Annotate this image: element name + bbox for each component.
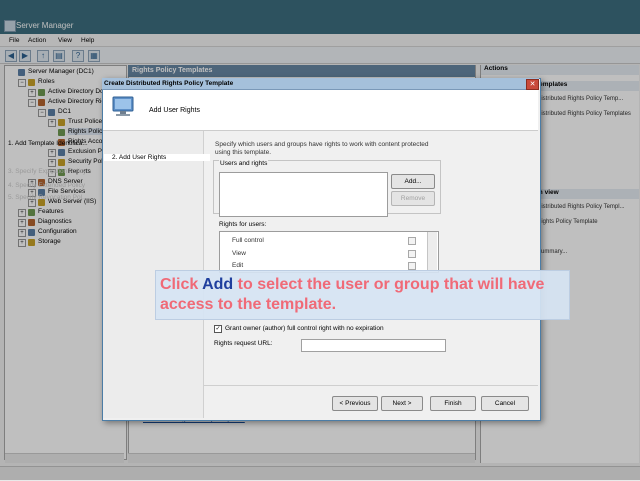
close-icon[interactable]: ✕	[526, 79, 539, 90]
finish-button[interactable]: Finish	[430, 396, 476, 411]
step-description: Specify which users and groups have righ…	[215, 141, 429, 156]
grant-owner-checkbox[interactable]: ✓	[214, 325, 222, 333]
users-and-rights-label: Users and rights	[219, 160, 269, 167]
wizard-step-3: 3. Specify Expiration Policy	[8, 168, 87, 175]
right-edit-checkbox[interactable]	[408, 262, 416, 270]
wizard-step-2[interactable]: 2. Add User Rights	[104, 154, 210, 161]
right-edit: Edit	[232, 262, 244, 269]
rights-scrollbar[interactable]	[427, 232, 437, 270]
right-view-checkbox[interactable]	[408, 250, 416, 258]
dialog-title-bar: Create Distributed Rights Policy Templat…	[102, 78, 539, 90]
add-button[interactable]: Add...	[391, 174, 435, 189]
remove-button: Remove	[391, 191, 435, 206]
wizard-step-5: 5. Specify Revocation Pol...	[8, 194, 88, 201]
callout-text-before: Click	[160, 276, 203, 293]
next-button[interactable]: Next >	[381, 396, 423, 411]
users-list[interactable]	[219, 172, 388, 217]
cancel-button[interactable]: Cancel	[481, 396, 529, 411]
dialog-button-separator	[204, 385, 538, 386]
right-full-control-checkbox[interactable]	[408, 237, 416, 245]
right-view: View	[232, 250, 246, 257]
callout-highlight: Add	[202, 276, 234, 293]
wizard-step-4: 4. Specify Extended Policy	[8, 182, 85, 189]
rights-request-url-label: Rights request URL:	[214, 340, 273, 347]
dialog-heading: Add User Rights	[149, 107, 200, 114]
rights-for-users-label: Rights for users:	[219, 221, 267, 228]
previous-button[interactable]: < Previous	[332, 396, 378, 411]
rights-list[interactable]: Full control View Edit	[219, 231, 439, 273]
rights-request-url-input[interactable]	[301, 339, 446, 352]
computer-monitor-icon	[112, 96, 134, 116]
right-full-control: Full control	[232, 237, 264, 244]
dialog-title: Create Distributed Rights Policy Templat…	[104, 80, 234, 87]
wizard-step-1[interactable]: 1. Add Template Identifica...	[8, 140, 88, 147]
grant-owner-label: Grant owner (author) full control right …	[225, 325, 384, 332]
tutorial-callout-text: Click Add to select the user or group th…	[160, 275, 565, 315]
